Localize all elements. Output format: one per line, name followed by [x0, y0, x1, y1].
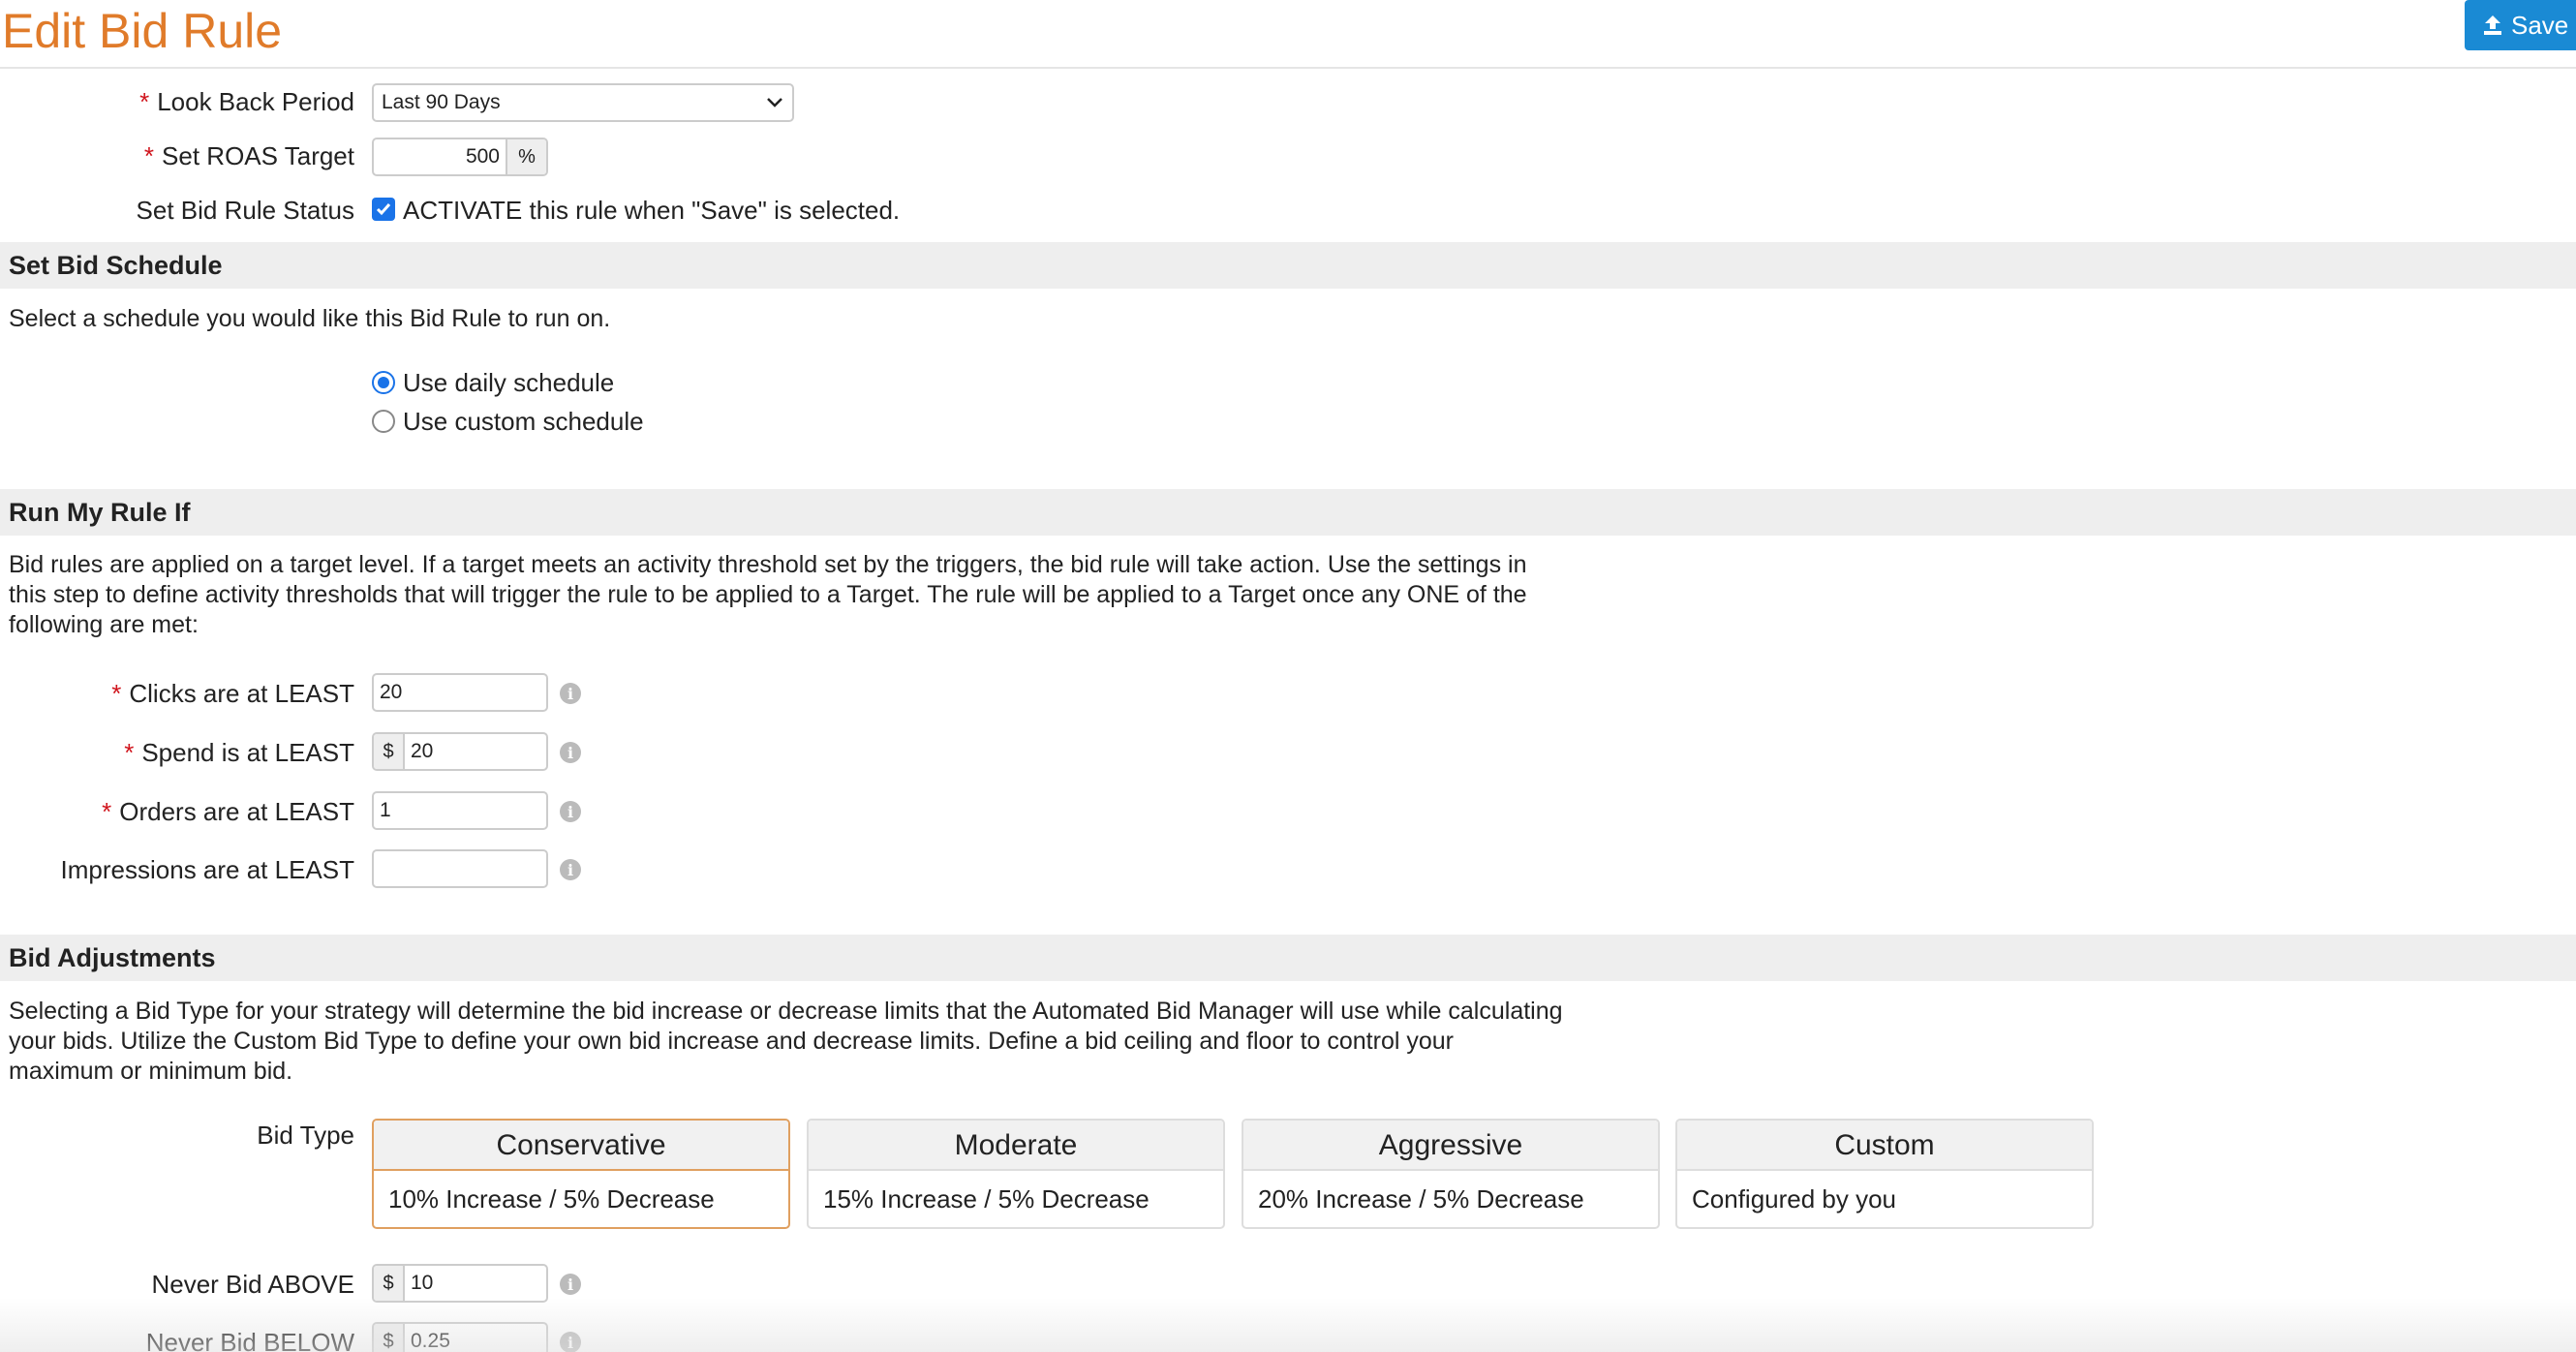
required-marker: *: [111, 679, 122, 708]
triggers-description: Bid rules are applied on a target level.…: [9, 550, 1527, 640]
bid-ceiling-value: 10: [411, 1272, 434, 1294]
info-icon[interactable]: i: [560, 1332, 581, 1352]
roas-row: * Set ROAS Target 500 %: [0, 138, 2576, 176]
bid-type-moderate-detail: 15% Increase / 5% Decrease: [823, 1184, 1150, 1214]
lookback-select[interactable]: Last 90 Days: [372, 83, 794, 122]
bid-type-moderate[interactable]: Moderate 15% Increase / 5% Decrease: [807, 1119, 1225, 1229]
roas-value: 500: [465, 145, 500, 168]
bid-type-custom-title: Custom: [1677, 1121, 2092, 1171]
bid-ceiling-row: Never Bid ABOVE $ 10 i: [0, 1264, 2576, 1305]
bid-type-conservative-title: Conservative: [374, 1121, 788, 1171]
required-marker: *: [143, 141, 155, 170]
radio-custom-schedule[interactable]: [372, 410, 395, 433]
required-marker: *: [102, 797, 112, 826]
info-icon[interactable]: i: [560, 683, 581, 704]
lookback-row: * Look Back Period Last 90 Days: [0, 83, 2576, 122]
schedule-section-title: Set Bid Schedule: [9, 251, 223, 280]
roas-input[interactable]: 500 %: [372, 138, 548, 176]
schedule-description: Select a schedule you would like this Bi…: [9, 305, 611, 332]
orders-row: * Orders are at LEAST 1 i: [0, 791, 2576, 832]
bid-ceiling-label: Never Bid ABOVE: [151, 1270, 354, 1299]
orders-input[interactable]: 1: [372, 791, 548, 830]
roas-unit: %: [506, 139, 546, 174]
schedule-section-header: Set Bid Schedule: [0, 242, 2576, 289]
triggers-section-header: Run My Rule If: [0, 489, 2576, 536]
bid-floor-label: Never Bid BELOW: [145, 1328, 354, 1352]
required-marker: *: [124, 738, 135, 767]
bid-floor-input[interactable]: $ 0.25: [372, 1322, 548, 1352]
info-icon[interactable]: i: [560, 742, 581, 763]
radio-daily-schedule[interactable]: [372, 371, 395, 394]
triggers-description-line: this step to define activity thresholds …: [9, 581, 1527, 608]
title-divider: [0, 67, 2576, 69]
bid-floor-currency-prefix: $: [374, 1324, 405, 1352]
status-label: Set Bid Rule Status: [136, 196, 354, 225]
radio-custom-schedule-label[interactable]: Use custom schedule: [403, 407, 644, 437]
orders-value: 1: [380, 799, 391, 821]
adjustments-description-line: your bids. Utilize the Custom Bid Type t…: [9, 1028, 1454, 1055]
save-button-label: Save: [2511, 10, 2569, 40]
bid-type-custom[interactable]: Custom Configured by you: [1675, 1119, 2094, 1229]
spend-row: * Spend is at LEAST $ 20 i: [0, 732, 2576, 773]
bid-floor-row: Never Bid BELOW $ 0.25 i: [0, 1322, 2576, 1352]
info-icon[interactable]: i: [560, 801, 581, 822]
triggers-description-line: Bid rules are applied on a target level.…: [9, 551, 1527, 578]
orders-label: * Orders are at LEAST: [102, 797, 354, 826]
impressions-input[interactable]: [372, 849, 548, 888]
triggers-description-line: following are met:: [9, 611, 199, 638]
bid-type-conservative-detail: 10% Increase / 5% Decrease: [388, 1184, 715, 1214]
status-row: Set Bid Rule Status ACTIVATE this rule w…: [0, 196, 2576, 227]
bid-type-aggressive-title: Aggressive: [1243, 1121, 1658, 1171]
bid-floor-value: 0.25: [411, 1330, 450, 1352]
adjustments-section-title: Bid Adjustments: [9, 943, 216, 972]
lookback-label: * Look Back Period: [139, 87, 354, 116]
roas-label: * Set ROAS Target: [143, 141, 354, 170]
spend-value: 20: [411, 740, 434, 762]
bid-type-aggressive[interactable]: Aggressive 20% Increase / 5% Decrease: [1242, 1119, 1660, 1229]
lookback-select-value: Last 90 Days: [382, 91, 501, 113]
spend-currency-prefix: $: [374, 734, 405, 769]
upload-icon: [2484, 15, 2501, 35]
impressions-row: Impressions are at LEAST i: [0, 849, 2576, 890]
info-icon[interactable]: i: [560, 1274, 581, 1295]
adjustments-description: Selecting a Bid Type for your strategy w…: [9, 997, 1563, 1087]
adjustments-description-line: Selecting a Bid Type for your strategy w…: [9, 998, 1563, 1025]
spend-label: * Spend is at LEAST: [124, 738, 354, 767]
bid-type-aggressive-detail: 20% Increase / 5% Decrease: [1258, 1184, 1584, 1214]
adjustments-section-header: Bid Adjustments: [0, 935, 2576, 981]
chevron-down-icon: [757, 85, 792, 120]
adjustments-description-line: maximum or minimum bid.: [9, 1058, 293, 1085]
page-title: Edit Bid Rule: [2, 4, 283, 58]
spend-input[interactable]: $ 20: [372, 732, 548, 771]
checkmark-icon: [376, 203, 391, 216]
bid-type-conservative[interactable]: Conservative 10% Increase / 5% Decrease: [372, 1119, 790, 1229]
triggers-section-title: Run My Rule If: [9, 498, 191, 527]
required-marker: *: [139, 87, 150, 116]
activate-checkbox[interactable]: [372, 198, 395, 221]
bid-type-label: Bid Type: [257, 1121, 354, 1150]
bid-ceiling-currency-prefix: $: [374, 1266, 405, 1301]
radio-daily-schedule-label[interactable]: Use daily schedule: [403, 368, 614, 398]
bid-type-custom-detail: Configured by you: [1692, 1184, 1897, 1214]
bid-ceiling-input[interactable]: $ 10: [372, 1264, 548, 1303]
clicks-input[interactable]: 20: [372, 673, 548, 712]
activate-checkbox-label: ACTIVATE this rule when "Save" is select…: [403, 196, 901, 225]
clicks-row: * Clicks are at LEAST 20 i: [0, 673, 2576, 714]
bid-type-moderate-title: Moderate: [809, 1121, 1223, 1171]
save-button[interactable]: Save: [2465, 0, 2576, 50]
clicks-label: * Clicks are at LEAST: [111, 679, 354, 708]
impressions-label: Impressions are at LEAST: [60, 855, 354, 884]
info-icon[interactable]: i: [560, 859, 581, 880]
clicks-value: 20: [380, 681, 403, 703]
